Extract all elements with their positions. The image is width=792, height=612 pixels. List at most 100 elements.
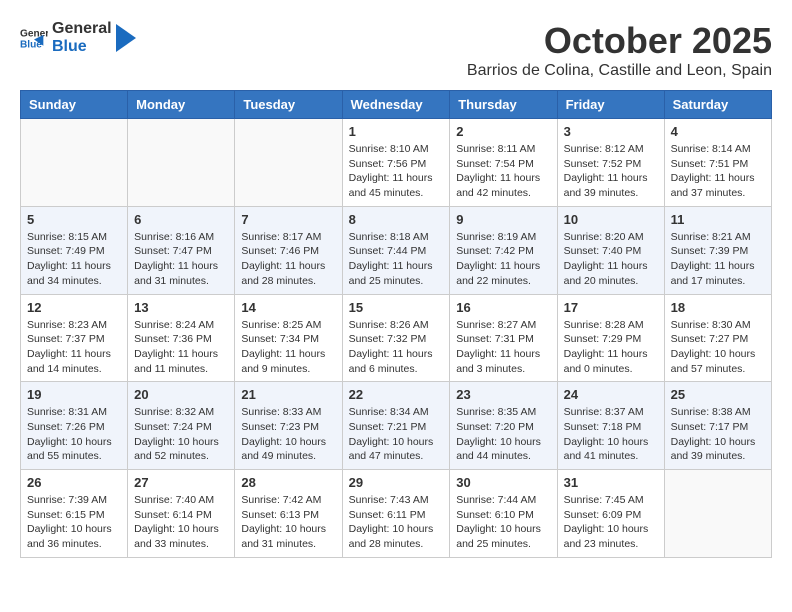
day-info: Sunrise: 8:27 AM Sunset: 7:31 PM Dayligh… [456, 318, 550, 377]
logo: General Blue General Blue [20, 20, 136, 55]
day-info: Sunrise: 8:37 AM Sunset: 7:18 PM Dayligh… [564, 405, 658, 464]
header-tuesday: Tuesday [235, 91, 342, 119]
header-wednesday: Wednesday [342, 91, 450, 119]
calendar-day-cell: 2Sunrise: 8:11 AM Sunset: 7:54 PM Daylig… [450, 119, 557, 207]
day-info: Sunrise: 8:12 AM Sunset: 7:52 PM Dayligh… [564, 142, 658, 201]
day-number: 15 [349, 300, 444, 315]
day-number: 13 [134, 300, 228, 315]
header-friday: Friday [557, 91, 664, 119]
calendar-day-cell: 20Sunrise: 8:32 AM Sunset: 7:24 PM Dayli… [128, 382, 235, 470]
day-number: 21 [241, 387, 335, 402]
day-number: 17 [564, 300, 658, 315]
day-info: Sunrise: 8:33 AM Sunset: 7:23 PM Dayligh… [241, 405, 335, 464]
day-info: Sunrise: 8:31 AM Sunset: 7:26 PM Dayligh… [27, 405, 121, 464]
calendar-day-cell: 21 Sunrise: 8:33 AM Sunset: 7:23 PM Dayli… [235, 382, 342, 470]
day-info: Sunrise: 8:25 AM Sunset: 7:34 PM Dayligh… [241, 318, 335, 377]
calendar-day-cell: 29Sunrise: 7:43 AM Sunset: 6:11 PM Dayli… [342, 470, 450, 558]
calendar-day-cell: 15 Sunrise: 8:26 AM Sunset: 7:32 PM Dayli… [342, 294, 450, 382]
day-number: 6 [134, 212, 228, 227]
calendar-day-cell: 8 Sunrise: 8:18 AM Sunset: 7:44 PM Daylig… [342, 206, 450, 294]
calendar-day-cell: 25 Sunrise: 8:38 AM Sunset: 7:17 PM Dayli… [664, 382, 771, 470]
day-number: 12 [27, 300, 121, 315]
day-number: 5 [27, 212, 121, 227]
calendar-week-row: 26Sunrise: 7:39 AM Sunset: 6:15 PM Dayli… [21, 470, 772, 558]
calendar-day-cell: 16 Sunrise: 8:27 AM Sunset: 7:31 PM Dayli… [450, 294, 557, 382]
logo-blue: Blue [52, 38, 112, 56]
calendar-day-cell: 4 Sunrise: 8:14 AM Sunset: 7:51 PM Daylig… [664, 119, 771, 207]
day-info: Sunrise: 8:28 AM Sunset: 7:29 PM Dayligh… [564, 318, 658, 377]
day-info: Sunrise: 7:39 AM Sunset: 6:15 PM Dayligh… [27, 493, 121, 552]
calendar-day-cell: 9Sunrise: 8:19 AM Sunset: 7:42 PM Daylig… [450, 206, 557, 294]
day-number: 25 [671, 387, 765, 402]
day-info: Sunrise: 8:10 AM Sunset: 7:56 PM Dayligh… [349, 142, 444, 201]
day-number: 16 [456, 300, 550, 315]
calendar-day-cell: 17 Sunrise: 8:28 AM Sunset: 7:29 PM Dayli… [557, 294, 664, 382]
calendar-day-cell: 31 Sunrise: 7:45 AM Sunset: 6:09 PM Dayli… [557, 470, 664, 558]
logo-icon: General Blue [20, 24, 48, 52]
calendar-day-cell: 1 Sunrise: 8:10 AM Sunset: 7:56 PM Daylig… [342, 119, 450, 207]
calendar-day-cell: 30Sunrise: 7:44 AM Sunset: 6:10 PM Dayli… [450, 470, 557, 558]
day-info: Sunrise: 7:44 AM Sunset: 6:10 PM Dayligh… [456, 493, 550, 552]
header-thursday: Thursday [450, 91, 557, 119]
calendar-day-cell: 7 Sunrise: 8:17 AM Sunset: 7:46 PM Daylig… [235, 206, 342, 294]
day-info: Sunrise: 8:26 AM Sunset: 7:32 PM Dayligh… [349, 318, 444, 377]
location-title: Barrios de Colina, Castille and Leon, Sp… [467, 62, 772, 80]
calendar-day-cell: 24 Sunrise: 8:37 AM Sunset: 7:18 PM Dayli… [557, 382, 664, 470]
day-number: 7 [241, 212, 335, 227]
calendar-day-cell: 6 Sunrise: 8:16 AM Sunset: 7:47 PM Daylig… [128, 206, 235, 294]
calendar-header-row: SundayMondayTuesdayWednesdayThursdayFrid… [21, 91, 772, 119]
month-title: October 2025 [467, 20, 772, 62]
svg-text:General: General [20, 28, 48, 39]
day-info: Sunrise: 8:17 AM Sunset: 7:46 PM Dayligh… [241, 230, 335, 289]
day-number: 31 [564, 475, 658, 490]
calendar-week-row: 12Sunrise: 8:23 AM Sunset: 7:37 PM Dayli… [21, 294, 772, 382]
calendar-day-cell: 10 Sunrise: 8:20 AM Sunset: 7:40 PM Dayli… [557, 206, 664, 294]
calendar-day-cell: 14 Sunrise: 8:25 AM Sunset: 7:34 PM Dayli… [235, 294, 342, 382]
day-info: Sunrise: 8:20 AM Sunset: 7:40 PM Dayligh… [564, 230, 658, 289]
calendar-day-cell: 23 Sunrise: 8:35 AM Sunset: 7:20 PM Dayli… [450, 382, 557, 470]
calendar-day-cell: 3 Sunrise: 8:12 AM Sunset: 7:52 PM Daylig… [557, 119, 664, 207]
day-info: Sunrise: 8:15 AM Sunset: 7:49 PM Dayligh… [27, 230, 121, 289]
calendar-week-row: 1 Sunrise: 8:10 AM Sunset: 7:56 PM Daylig… [21, 119, 772, 207]
title-section: October 2025 Barrios de Colina, Castille… [467, 20, 772, 80]
logo-general: General [52, 20, 112, 38]
day-info: Sunrise: 7:43 AM Sunset: 6:11 PM Dayligh… [349, 493, 444, 552]
day-info: Sunrise: 7:45 AM Sunset: 6:09 PM Dayligh… [564, 493, 658, 552]
calendar-empty-cell [235, 119, 342, 207]
day-number: 1 [349, 124, 444, 139]
day-info: Sunrise: 8:24 AM Sunset: 7:36 PM Dayligh… [134, 318, 228, 377]
day-number: 4 [671, 124, 765, 139]
day-info: Sunrise: 8:21 AM Sunset: 7:39 PM Dayligh… [671, 230, 765, 289]
day-info: Sunrise: 8:30 AM Sunset: 7:27 PM Dayligh… [671, 318, 765, 377]
calendar-day-cell: 22Sunrise: 8:34 AM Sunset: 7:21 PM Dayli… [342, 382, 450, 470]
day-number: 10 [564, 212, 658, 227]
calendar-table: SundayMondayTuesdayWednesdayThursdayFrid… [20, 90, 772, 558]
calendar-empty-cell [128, 119, 235, 207]
calendar-day-cell: 13 Sunrise: 8:24 AM Sunset: 7:36 PM Dayli… [128, 294, 235, 382]
day-info: Sunrise: 8:16 AM Sunset: 7:47 PM Dayligh… [134, 230, 228, 289]
calendar-empty-cell [21, 119, 128, 207]
day-number: 19 [27, 387, 121, 402]
day-info: Sunrise: 8:35 AM Sunset: 7:20 PM Dayligh… [456, 405, 550, 464]
calendar-day-cell: 19 Sunrise: 8:31 AM Sunset: 7:26 PM Dayli… [21, 382, 128, 470]
day-number: 8 [349, 212, 444, 227]
day-number: 27 [134, 475, 228, 490]
day-number: 23 [456, 387, 550, 402]
header-saturday: Saturday [664, 91, 771, 119]
day-info: Sunrise: 8:38 AM Sunset: 7:17 PM Dayligh… [671, 405, 765, 464]
calendar-day-cell: 5 Sunrise: 8:15 AM Sunset: 7:49 PM Daylig… [21, 206, 128, 294]
day-number: 24 [564, 387, 658, 402]
day-info: Sunrise: 8:14 AM Sunset: 7:51 PM Dayligh… [671, 142, 765, 201]
calendar-empty-cell [664, 470, 771, 558]
day-number: 2 [456, 124, 550, 139]
day-info: Sunrise: 8:18 AM Sunset: 7:44 PM Dayligh… [349, 230, 444, 289]
day-info: Sunrise: 8:32 AM Sunset: 7:24 PM Dayligh… [134, 405, 228, 464]
day-number: 14 [241, 300, 335, 315]
header-monday: Monday [128, 91, 235, 119]
day-info: Sunrise: 7:42 AM Sunset: 6:13 PM Dayligh… [241, 493, 335, 552]
calendar-day-cell: 12Sunrise: 8:23 AM Sunset: 7:37 PM Dayli… [21, 294, 128, 382]
day-number: 28 [241, 475, 335, 490]
day-number: 11 [671, 212, 765, 227]
day-number: 3 [564, 124, 658, 139]
day-info: Sunrise: 8:34 AM Sunset: 7:21 PM Dayligh… [349, 405, 444, 464]
